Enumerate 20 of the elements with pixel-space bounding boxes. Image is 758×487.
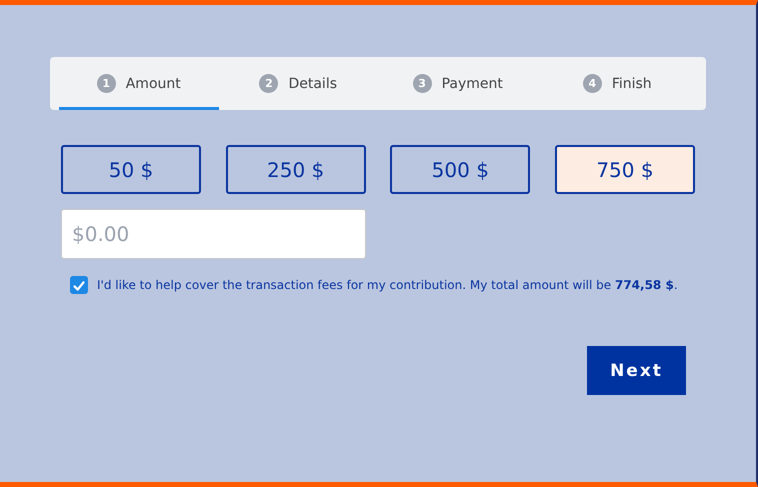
amount-button[interactable]: 50 $ — [61, 145, 201, 194]
step-tab[interactable]: 1 Amount — [59, 57, 218, 110]
step-label: Amount — [126, 76, 181, 92]
step-tab[interactable]: 2 Details — [218, 57, 378, 110]
next-button[interactable]: Next — [587, 346, 686, 395]
fee-text: I'd like to help cover the transaction fees for my contribution. My total amount will be 774,58 $. — [97, 278, 678, 292]
step-number: 3 — [412, 74, 432, 93]
step-number: 1 — [96, 74, 116, 93]
step-label: Details — [288, 76, 338, 92]
step-number: 4 — [582, 74, 602, 93]
amount-button[interactable]: 750 $ — [554, 145, 695, 194]
step-label: Payment — [442, 76, 503, 92]
step-tab[interactable]: 4 Finish — [538, 57, 697, 110]
step-tab[interactable]: 3 Payment — [378, 57, 538, 110]
step-number: 2 — [259, 74, 278, 93]
step-label: Finish — [612, 76, 652, 92]
amount-button[interactable]: 250 $ — [226, 145, 366, 194]
amount-field[interactable]: $0.00 — [61, 209, 366, 259]
checkbox[interactable] — [70, 276, 88, 294]
amount-button[interactable]: 500 $ — [390, 145, 530, 194]
